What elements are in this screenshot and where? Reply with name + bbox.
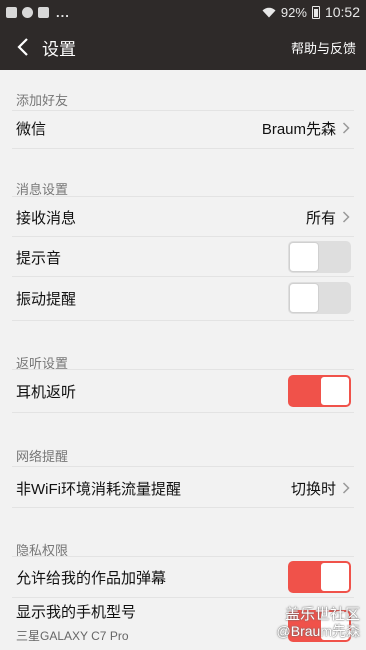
clock: 10:52 [324, 4, 360, 20]
danmaku-toggle[interactable] [288, 561, 351, 593]
watermark-author: @Braum先森 [276, 623, 360, 639]
vibrate-toggle[interactable] [288, 282, 351, 314]
toggle-knob [320, 562, 350, 592]
chevron-right-icon [342, 122, 350, 134]
chevron-right-icon [342, 482, 350, 494]
earphone-monitor-label: 耳机返听 [16, 383, 77, 401]
phone-model-sublabel: 三星GALAXY C7 Pro [16, 629, 129, 643]
vibrate-label: 振动提醒 [16, 290, 77, 308]
section-header-network: 网络提醒 [16, 449, 69, 464]
wechat-label: 微信 [16, 120, 47, 138]
notification-icons: ... [6, 5, 70, 20]
toggle-knob [289, 283, 319, 313]
receive-messages-value: 所有 [305, 209, 336, 227]
app-bar: 设置 帮助与反馈 [0, 24, 366, 70]
battery-icon [311, 5, 320, 19]
chat-icon [38, 6, 49, 18]
sound-toggle[interactable] [288, 241, 351, 273]
divider [12, 369, 354, 370]
toggle-knob [289, 242, 319, 272]
section-header-add-friend: 添加好友 [16, 93, 69, 108]
divider [12, 276, 354, 277]
divider [12, 466, 354, 467]
divider [12, 412, 354, 413]
app-notification-icon [22, 6, 33, 18]
danmaku-label: 允许给我的作品加弹幕 [16, 569, 167, 587]
watermark-community: 盖乐世社区 [284, 606, 360, 623]
nonwifi-label: 非WiFi环境消耗流量提醒 [16, 480, 181, 498]
wifi-icon [262, 7, 276, 17]
wechat-value: Braum先森 [261, 120, 336, 138]
more-notifications: ... [56, 4, 70, 20]
chevron-right-icon [342, 211, 350, 223]
help-feedback-button[interactable]: 帮助与反馈 [291, 38, 356, 57]
status-bar: ... 92% 10:52 [0, 0, 366, 24]
page-title: 设置 [42, 39, 76, 59]
earphone-monitor-toggle[interactable] [288, 375, 351, 407]
system-icons: 92% 10:52 [262, 4, 360, 20]
receive-messages-row[interactable]: 接收消息 所有 [0, 197, 366, 237]
phone-model-label: 显示我的手机型号 [16, 603, 137, 621]
watermark: 盖乐世社区 @Braum先森 [277, 606, 360, 640]
battery-percent: 92% [280, 4, 307, 20]
wechat-row[interactable]: 微信 Braum先森 [0, 108, 366, 148]
back-arrow-icon[interactable] [8, 24, 38, 70]
receive-messages-label: 接收消息 [16, 209, 77, 227]
divider [12, 148, 354, 149]
toggle-knob [320, 376, 350, 406]
divider [12, 320, 354, 321]
gallery-icon [6, 6, 17, 18]
nonwifi-value: 切换时 [290, 480, 336, 498]
sound-label: 提示音 [16, 249, 62, 267]
nonwifi-row[interactable]: 非WiFi环境消耗流量提醒 切换时 [0, 468, 366, 508]
divider [12, 507, 354, 508]
